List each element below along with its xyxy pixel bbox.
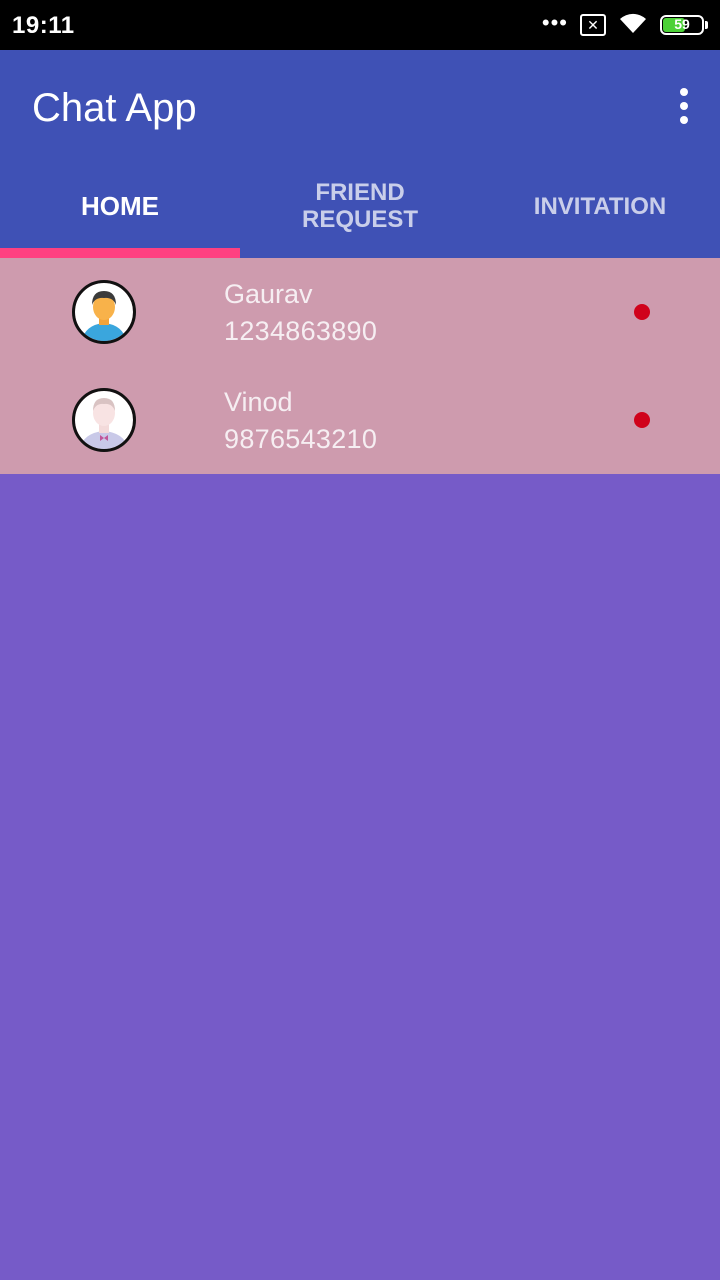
contact-name: Vinod	[224, 387, 293, 417]
battery-tip	[705, 21, 708, 29]
online-status-dot	[634, 304, 650, 320]
tab-indicator	[0, 248, 240, 258]
man-bowtie-avatar-icon	[71, 387, 137, 453]
contact-list: Gaurav 1234863890 Vinod 9876543210	[0, 258, 720, 474]
no-sim-icon: ✕	[580, 14, 606, 36]
wifi-icon	[618, 11, 648, 40]
list-item[interactable]: Vinod 9876543210	[0, 366, 720, 474]
overflow-menu-icon[interactable]	[676, 88, 692, 124]
tab-invitation[interactable]: INVITATION	[480, 160, 720, 258]
tab-invitation-label: INVITATION	[533, 192, 667, 220]
tab-home[interactable]: HOME	[0, 160, 240, 258]
tab-friend-request[interactable]: FRIEND REQUEST	[240, 160, 480, 258]
more-dots-icon: •••	[541, 10, 568, 35]
list-item[interactable]: Gaurav 1234863890	[0, 258, 720, 366]
battery-body: 59	[660, 15, 704, 35]
menu-dot	[680, 88, 688, 96]
status-time: 19:11	[12, 12, 75, 39]
contact-name: Gaurav	[224, 279, 313, 309]
contact-phone: 1234863890	[224, 316, 378, 346]
app-bar: Chat App HOME FRIEND REQUEST INVITATION	[0, 50, 720, 258]
menu-dot	[680, 116, 688, 124]
status-bar: 19:11 ••• ✕ 59	[0, 0, 720, 50]
tab-home-label: HOME	[81, 190, 159, 221]
man-avatar-icon	[71, 279, 137, 345]
online-status-dot	[634, 412, 650, 428]
status-icons: ••• ✕ 59	[542, 11, 708, 39]
contact-phone: 9876543210	[224, 424, 378, 454]
battery-icon: 59	[660, 15, 708, 35]
menu-dot	[680, 102, 688, 110]
tab-friend-request-label: FRIEND REQUEST	[301, 179, 418, 233]
battery-level: 59	[674, 16, 690, 32]
tab-bar: HOME FRIEND REQUEST INVITATION	[0, 160, 720, 258]
app-title: Chat App	[32, 86, 197, 130]
